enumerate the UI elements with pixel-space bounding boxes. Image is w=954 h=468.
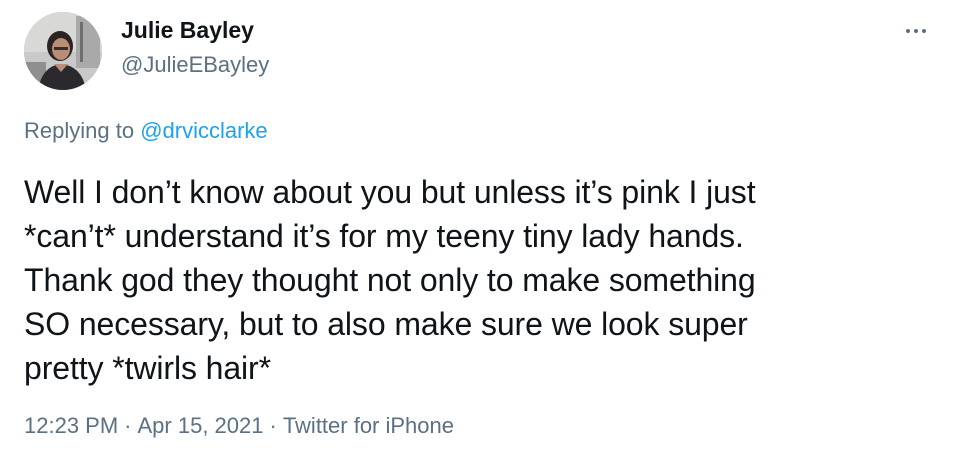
more-options-button[interactable] (896, 17, 936, 45)
tweet-time[interactable]: 12:23 PM (24, 413, 118, 438)
more-horizontal-icon (906, 29, 910, 33)
tweet-source-link[interactable]: Twitter for iPhone (283, 413, 454, 438)
replying-to-label: Replying to (24, 118, 135, 143)
more-horizontal-icon-dot (914, 29, 918, 33)
meta-separator: · (269, 413, 277, 438)
meta-separator: · (124, 413, 132, 438)
reply-target-link[interactable]: @drvicclarke (140, 118, 267, 143)
more-horizontal-icon-dot (922, 29, 926, 33)
avatar-photo (24, 12, 102, 90)
avatar[interactable] (24, 12, 102, 90)
tweet-text-line: Well I don’t know about you but unless i… (24, 174, 756, 210)
tweet-text-line: pretty *twirls hair* (24, 350, 271, 386)
tweet-text: Well I don’t know about you but unless i… (24, 170, 924, 390)
tweet-date[interactable]: Apr 15, 2021 (138, 413, 264, 438)
tweet-metadata: 12:23 PM · Apr 15, 2021 · Twitter for iPhone (24, 413, 454, 439)
tweet-text-line: *can’t* understand it’s for my teeny tin… (24, 218, 744, 254)
replying-to: Replying to @drvicclarke (24, 118, 268, 144)
tweet-text-line: SO necessary, but to also make sure we l… (24, 306, 748, 342)
author-display-name[interactable]: Julie Bayley (121, 17, 254, 44)
tweet-card: Julie Bayley @JulieEBayley Replying to @… (0, 0, 954, 468)
author-handle[interactable]: @JulieEBayley (121, 52, 269, 78)
tweet-text-line: Thank god they thought not only to make … (24, 262, 756, 298)
